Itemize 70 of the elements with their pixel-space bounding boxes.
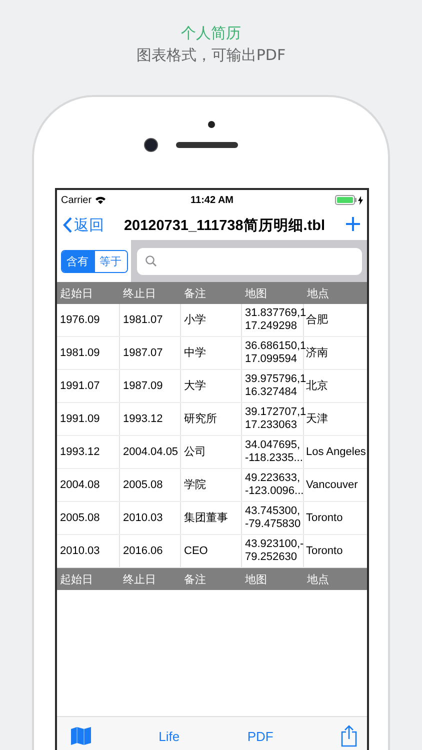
match-mode-segment[interactable]: 含有	[62, 250, 94, 272]
table-cell: 2016.06	[123, 544, 163, 558]
table-cell: 2004.04.05	[123, 446, 178, 458]
match-mode-segment[interactable]: 等于	[94, 250, 126, 272]
table-cell: 集团董事	[184, 512, 228, 524]
search-field[interactable]	[137, 248, 362, 274]
table-cell: CEO	[184, 544, 208, 558]
table-cell: 43.745300, -79.475830	[245, 505, 301, 531]
column-footer: 备注	[181, 568, 242, 590]
nav-title: 20120731_111738简历明细.tbl	[122, 216, 326, 234]
table-cell: 天津	[306, 412, 328, 426]
table-cell: 2005.08	[123, 478, 163, 492]
column-footer: 终止日	[120, 568, 181, 590]
table-cell: 36.686150,1 17.099594	[245, 340, 306, 366]
table-cell: 1993.12	[60, 446, 100, 458]
column-header: 终止日	[122, 286, 157, 302]
table-cell: 1976.09	[60, 314, 100, 326]
table-cell: 1993.12	[123, 412, 163, 426]
table-cell: 学院	[184, 478, 206, 492]
table-cell: 研究所	[184, 412, 217, 426]
table-cell: 大学	[184, 380, 206, 392]
table-cell: Toronto	[306, 544, 343, 558]
column-header: 地图	[244, 286, 268, 302]
table-cell: 2010.03	[123, 512, 163, 524]
table-cell: 1987.09	[123, 380, 163, 392]
table-cell: 1991.09	[60, 412, 100, 426]
carrier-label: Carrier	[61, 194, 92, 206]
table-cell: 31.837769,1 17.249298	[245, 307, 306, 333]
table-cell: Toronto	[306, 512, 343, 524]
table-cell: 1987.07	[123, 346, 163, 360]
column-footer: 起始日	[57, 568, 120, 590]
table-cell: 公司	[184, 446, 206, 458]
battery-icon	[335, 195, 358, 205]
wifi-icon	[94, 196, 106, 204]
caption-title: 个人简历	[181, 24, 241, 43]
table-cell: 1991.07	[60, 380, 100, 392]
table-cell: 2010.03	[60, 544, 100, 558]
table-cell: 小学	[184, 314, 206, 326]
table-cell: 1981.09	[60, 346, 100, 360]
column-footer: 地点	[304, 568, 367, 590]
status-time: 11:42 AM	[190, 194, 234, 206]
table-cell: 2004.08	[60, 478, 100, 492]
toolbar-button[interactable]: PDF	[247, 728, 274, 744]
map-icon[interactable]	[71, 727, 91, 745]
back-chevron-icon	[63, 217, 72, 233]
table-cell: Vancouver	[306, 478, 358, 492]
table-cell: 34.047695, -118.2335...	[245, 439, 303, 465]
camera-lens	[144, 138, 158, 152]
table-cell: 43.923100,- 79.252630	[245, 538, 304, 564]
table-cell: 2005.08	[60, 512, 100, 524]
toolbar-button[interactable]: Life	[158, 728, 180, 744]
table-cell: 39.172707,1 17.233063	[245, 406, 306, 432]
table-cell: 中学	[184, 346, 206, 360]
table-cell: 合肥	[306, 314, 328, 326]
caption-subtitle: 图表格式，可输出PDF	[136, 46, 286, 65]
share-icon[interactable]	[340, 725, 357, 747]
sensor-dot	[208, 121, 214, 128]
column-header: 起始日	[59, 286, 94, 302]
search-icon	[145, 255, 157, 267]
table-cell: 北京	[306, 380, 328, 392]
table-cell: Los Angeles	[306, 446, 366, 458]
earpiece-speaker	[176, 142, 238, 148]
back-button[interactable]: 返回	[63, 216, 104, 234]
table-cell: 济南	[306, 346, 328, 360]
column-header: 备注	[183, 286, 207, 302]
table-cell: 39.975796,1 16.327484	[245, 373, 306, 399]
table-cell: 49.223633, -123.0096...	[245, 472, 304, 498]
column-header: 地点	[306, 286, 330, 302]
column-footer: 地图	[242, 568, 304, 590]
table-cell: 1981.07	[123, 314, 163, 326]
